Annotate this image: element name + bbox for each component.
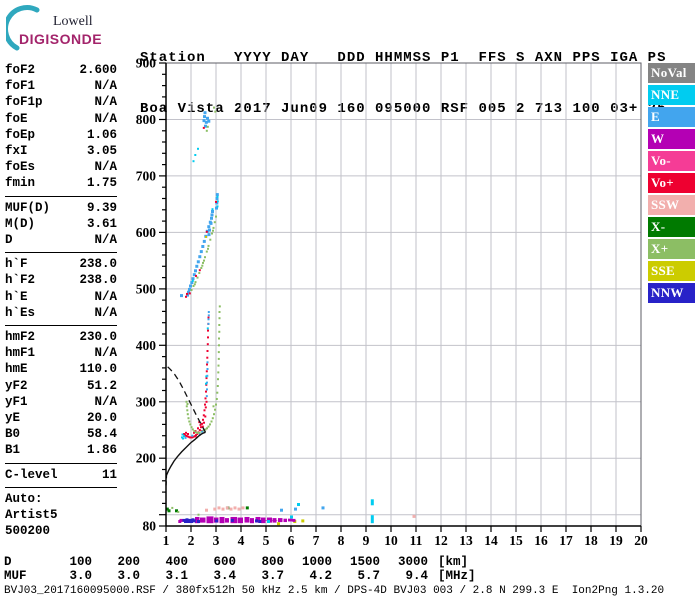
svg-text:19: 19	[609, 533, 623, 548]
svg-text:400: 400	[136, 338, 157, 353]
muf-distance-table: D 100 200 400 600 800 1000 1500 3000 [km] MUF 3.0 3.…	[4, 555, 476, 584]
svg-text:17: 17	[559, 533, 573, 548]
muf-table-row: MUF 3.0 3.0 3.1 3.4 3.7 4.2 5.7 9.4 [MHz]	[4, 568, 476, 584]
legend-item-noval: NoVal	[648, 63, 695, 83]
svg-text:600: 600	[136, 225, 157, 240]
svg-text:700: 700	[136, 168, 157, 183]
legend-item-x: X-	[648, 217, 695, 237]
svg-text:16: 16	[534, 533, 548, 548]
muf-cell: 3.4	[213, 568, 236, 583]
svg-text:12: 12	[434, 533, 448, 548]
muf-cell: 800	[261, 555, 284, 569]
echo-direction-legend: NoVal NNE E W Vo- Vo+ SSW X- X+ SSE NNW	[648, 63, 695, 305]
muf-cell: 100	[69, 555, 92, 569]
muf-cell: 600	[213, 555, 236, 569]
svg-text:900: 900	[136, 56, 157, 71]
svg-text:20: 20	[634, 533, 648, 548]
muf-cell: 1000	[301, 555, 332, 569]
muf-table-row: D 100 200 400 600 800 1000 1500 3000 [km]	[4, 555, 476, 570]
muf-cell: 400	[165, 555, 188, 569]
legend-item-vo: Vo+	[648, 173, 695, 193]
muf-row-label: MUF	[4, 568, 27, 583]
svg-text:200: 200	[136, 451, 157, 466]
muf-cell: 3.7	[261, 568, 284, 583]
legend-item-vo: Vo-	[648, 151, 695, 171]
svg-text:1: 1	[163, 533, 170, 548]
svg-text:7: 7	[313, 533, 320, 548]
svg-text:300: 300	[136, 394, 157, 409]
svg-text:11: 11	[410, 533, 423, 548]
legend-item-w: W	[648, 129, 695, 149]
muf-cell: 4.2	[309, 568, 332, 583]
svg-text:18: 18	[584, 533, 598, 548]
legend-item-ssw: SSW	[648, 195, 695, 215]
svg-text:13: 13	[459, 533, 473, 548]
muf-cell: 5.7	[357, 568, 380, 583]
svg-text:5: 5	[263, 533, 270, 548]
svg-text:4: 4	[238, 533, 245, 548]
ionogram-app: { "logo": {"line1": "Lowell", "line2": "…	[0, 0, 700, 600]
muf-unit: [km]	[438, 555, 469, 569]
muf-cell: 3.0	[69, 568, 92, 583]
svg-text:80: 80	[143, 519, 157, 534]
svg-text:15: 15	[509, 533, 523, 548]
muf-cell: 3.0	[117, 568, 140, 583]
file-info-footer: BVJ03_2017160095000.RSF / 380fx512h 50 k…	[4, 585, 665, 597]
legend-item-sse: SSE	[648, 261, 695, 281]
muf-cell: 9.4	[405, 568, 428, 583]
muf-row-label: D	[4, 555, 12, 569]
muf-cell: 1500	[349, 555, 380, 569]
svg-text:3: 3	[213, 533, 220, 548]
svg-text:6: 6	[288, 533, 295, 548]
svg-text:2: 2	[188, 533, 195, 548]
legend-item-nne: NNE	[648, 85, 695, 105]
svg-text:500: 500	[136, 281, 157, 296]
muf-cell: 3.1	[165, 568, 188, 583]
legend-item-e: E	[648, 107, 695, 127]
svg-text:8: 8	[338, 533, 345, 548]
muf-cell: 200	[117, 555, 140, 569]
svg-text:10: 10	[384, 533, 398, 548]
legend-item-x: X+	[648, 239, 695, 259]
svg-text:14: 14	[484, 533, 498, 548]
svg-text:9: 9	[363, 533, 370, 548]
legend-item-nnw: NNW	[648, 283, 695, 303]
muf-unit: [MHz]	[438, 568, 476, 583]
ionogram-plot: 900800700600500400300200801 2 3 4 5 6 7 8 9 10 11 1…	[136, 56, 648, 549]
svg-text:800: 800	[136, 112, 157, 127]
muf-cell: 3000	[397, 555, 428, 569]
